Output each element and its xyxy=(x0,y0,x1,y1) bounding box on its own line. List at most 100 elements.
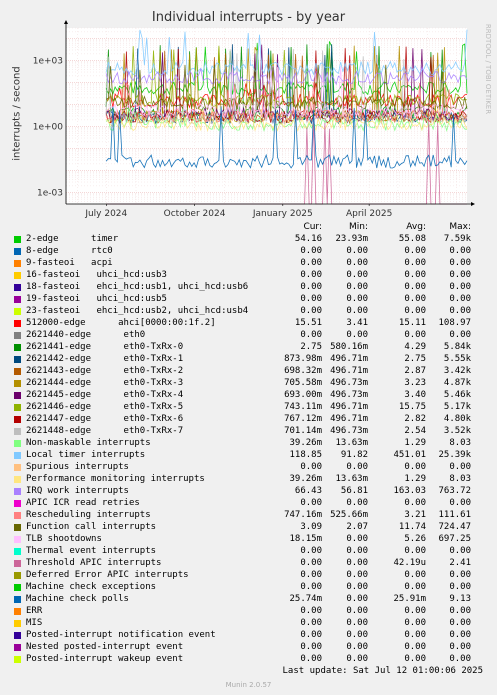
legend-min: 496.71m xyxy=(330,414,368,424)
legend-swatch xyxy=(14,428,21,435)
legend-label: 2621441-edge eth0-TxRx-0 xyxy=(26,342,184,352)
legend-min: 91.82 xyxy=(340,450,368,460)
legend-label: 16-fasteoi uhci_hcd:usb3 xyxy=(26,270,167,280)
x-tick-label: January 2025 xyxy=(252,209,313,219)
legend-label: Deferred Error APIC interrupts xyxy=(26,570,189,580)
legend-label: Machine check polls xyxy=(26,594,129,604)
legend-row: 2621441-edge eth0-TxRx-0 2.75 580.16m 4.29 5… xyxy=(0,342,497,354)
x-tick-label: July 2024 xyxy=(84,209,127,219)
legend-label: 2621444-edge eth0-TxRx-3 xyxy=(26,378,184,388)
col-max-header: Max: xyxy=(449,222,471,232)
legend-label: IRQ work interrupts xyxy=(26,486,129,496)
legend-swatch xyxy=(14,380,21,387)
legend-min: 0.00 xyxy=(346,582,368,592)
legend-label: Posted-interrupt wakeup event xyxy=(26,654,184,664)
legend-min: 0.00 xyxy=(346,306,368,316)
legend-min: 580.16m xyxy=(330,342,368,352)
legend-min: 0.00 xyxy=(346,630,368,640)
legend-max: 108.97 xyxy=(438,318,471,328)
legend-row: 8-edge rtc0 0.00 0.00 0.00 0.00 xyxy=(0,246,497,258)
legend-label: 2621445-edge eth0-TxRx-4 xyxy=(26,390,184,400)
legend-swatch xyxy=(14,272,21,279)
legend-label: TLB shootdowns xyxy=(26,534,102,544)
legend-swatch xyxy=(14,560,21,567)
legend-max: 0.00 xyxy=(449,570,471,580)
legend-max: 4.87k xyxy=(443,378,471,388)
legend-max: 0.00 xyxy=(449,654,471,664)
x-axis-arrow xyxy=(471,202,475,206)
legend-max: 0.00 xyxy=(449,246,471,256)
legend-label: Performance monitoring interrupts xyxy=(26,474,205,484)
legend-min: 0.00 xyxy=(346,546,368,556)
legend-max: 8.03 xyxy=(449,474,471,484)
legend-swatch xyxy=(14,548,21,555)
legend-label: APIC ICR read retries xyxy=(26,498,140,508)
legend-row: Nested posted-interrupt event 0.00 0.00 0.0… xyxy=(0,642,497,654)
legend-label: 512000-edge ahci[0000:00:1f.2] xyxy=(26,318,216,328)
legend-swatch xyxy=(14,656,21,663)
legend-label: 8-edge rtc0 xyxy=(26,246,113,256)
legend-max: 724.47 xyxy=(438,522,471,532)
legend-label: Local timer interrupts xyxy=(26,450,146,460)
legend-row: Machine check exceptions 0.00 0.00 0.00 0.00 xyxy=(0,582,497,594)
x-tick-label: October 2024 xyxy=(164,209,226,219)
legend-max: 3.42k xyxy=(443,366,471,376)
legend-min: 496.71m xyxy=(330,402,368,412)
legend-max: 2.41 xyxy=(449,558,471,568)
legend-min: 0.00 xyxy=(346,642,368,652)
legend-swatch xyxy=(14,632,21,639)
legend-row: 2621442-edge eth0-TxRx-1 873.98m 496.71m 2.… xyxy=(0,354,497,366)
legend-swatch xyxy=(14,596,21,603)
chart-canvas: 1e+03 1e+00 1e-03 July 2024 October 2024 Janu… xyxy=(33,20,475,219)
legend-min: 0.00 xyxy=(346,498,368,508)
legend-max: 7.59k xyxy=(443,234,471,244)
legend-min: 496.73m xyxy=(330,426,368,436)
legend-min: 0.00 xyxy=(346,294,368,304)
legend-min: 0.00 xyxy=(346,594,368,604)
legend-min: 3.41 xyxy=(346,318,368,328)
legend-label: Nested posted-interrupt event xyxy=(26,642,184,652)
legend-swatch xyxy=(14,308,21,315)
legend-row: Posted-interrupt notification event 0.00 0… xyxy=(0,630,497,642)
legend-swatch xyxy=(14,260,21,267)
legend-row: Non-maskable interrupts 39.26m 13.63m 1.29 8… xyxy=(0,438,497,450)
legend-swatch xyxy=(14,296,21,303)
legend-label: 2621448-edge eth0-TxRx-7 xyxy=(26,426,184,436)
legend-label: MIS xyxy=(26,618,43,628)
legend-row: 2621444-edge eth0-TxRx-3 705.58m 496.73m 3.… xyxy=(0,378,497,390)
legend-max: 4.80k xyxy=(443,414,471,424)
munin-version: Munin 2.0.57 xyxy=(225,681,272,689)
legend-row: Deferred Error APIC interrupts 0.00 0.00 0.… xyxy=(0,570,497,582)
legend-min: 0.00 xyxy=(346,570,368,580)
legend-max: 0.00 xyxy=(449,630,471,640)
legend-swatch xyxy=(14,488,21,495)
y-axis-arrow xyxy=(64,20,68,24)
legend-swatch xyxy=(14,644,21,651)
legend-max: 5.55k xyxy=(443,354,471,364)
legend-min: 0.00 xyxy=(346,258,368,268)
legend-max: 25.39k xyxy=(438,450,471,460)
legend-row: 2-edge timer 54.16 23.93m 55.08 7.59k xyxy=(0,234,497,246)
legend-label: 18-fasteoi ehci_hcd:usb1, uhci_hcd:usb6 xyxy=(26,282,249,292)
legend-swatch xyxy=(14,476,21,483)
legend-row: 512000-edge ahci[0000:00:1f.2] 15.51 3.41 1… xyxy=(0,318,497,330)
legend-row: 9-fasteoi acpi 0.00 0.00 0.00 0.00 xyxy=(0,258,497,270)
legend-min: 496.71m xyxy=(330,354,368,364)
legend-max: 5.46k xyxy=(443,390,471,400)
legend-label: Thermal event interrupts xyxy=(26,546,157,556)
legend-row: Machine check polls 25.74m 0.00 25.91m 9.13 xyxy=(0,594,497,606)
legend-row: Thermal event interrupts 0.00 0.00 0.00 0.00 xyxy=(0,546,497,558)
legend-swatch xyxy=(14,584,21,591)
legend-max: 0.00 xyxy=(449,582,471,592)
legend-row: TLB shootdowns 18.15m 0.00 5.26 697.25 xyxy=(0,534,497,546)
legend-min: 0.00 xyxy=(346,270,368,280)
legend-min: 0.00 xyxy=(346,534,368,544)
legend-max: 0.00 xyxy=(449,330,471,340)
legend-row: 18-fasteoi ehci_hcd:usb1, uhci_hcd:usb6 0… xyxy=(0,282,497,294)
legend-max: 0.00 xyxy=(449,546,471,556)
legend-min: 0.00 xyxy=(346,558,368,568)
legend-row: 23-fasteoi ehci_hcd:usb2, uhci_hcd:usb4 0… xyxy=(0,306,497,318)
legend-swatch xyxy=(14,248,21,255)
legend-swatch xyxy=(14,356,21,363)
legend-row: 19-fasteoi uhci_hcd:usb5 0.00 0.00 0.00 0.00 xyxy=(0,294,497,306)
